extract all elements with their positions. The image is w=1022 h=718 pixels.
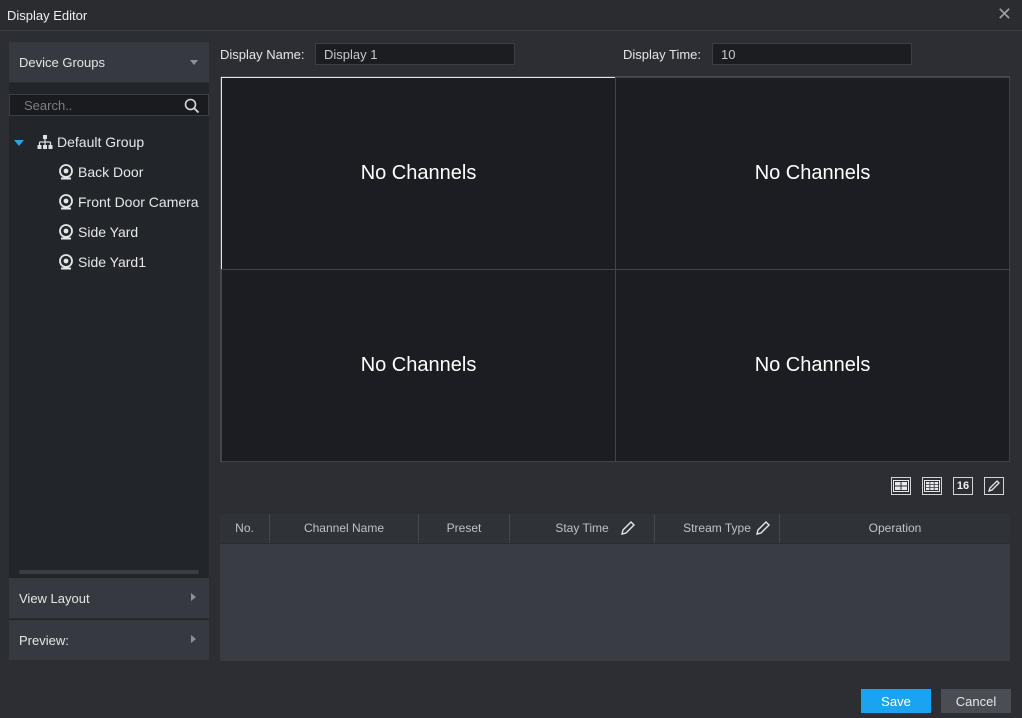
save-button[interactable]: Save [861, 689, 931, 713]
channel-cell-4[interactable]: No Channels [615, 269, 1010, 462]
tree-camera-side-yard1[interactable]: Side Yard1 [58, 251, 146, 273]
camera-icon [59, 254, 73, 270]
stream-type-label: Stream Type [683, 521, 751, 535]
channel-grid: No Channels No Channels No Channels No C… [220, 76, 1010, 462]
view-layout-label: View Layout [19, 591, 90, 606]
channel-cell-1[interactable]: No Channels [221, 77, 616, 270]
tree-camera-label: Side Yard [78, 224, 139, 240]
column-channel-name[interactable]: Channel Name [270, 514, 419, 543]
preview-label: Preview: [19, 633, 69, 648]
device-groups-header[interactable]: Device Groups [9, 42, 209, 83]
cancel-button[interactable]: Cancel [941, 689, 1011, 713]
layout-16-button[interactable]: 16 [953, 477, 973, 495]
column-operation[interactable]: Operation [780, 514, 1010, 543]
tree-camera-back-door[interactable]: Back Door [58, 161, 143, 183]
edit-icon[interactable] [984, 477, 1004, 495]
channel-cell-2[interactable]: No Channels [615, 77, 1010, 270]
device-groups-label: Device Groups [19, 55, 105, 70]
search-input[interactable] [16, 97, 184, 113]
window-title: Display Editor [7, 8, 88, 23]
tree-camera-label: Front Door Camera [78, 194, 199, 210]
column-preset[interactable]: Preset [419, 514, 510, 543]
title-bar: Display Editor ✕ [0, 0, 1022, 31]
close-icon[interactable]: ✕ [997, 4, 1012, 25]
view-layout-header[interactable]: View Layout [9, 578, 209, 619]
tree-camera-front-door[interactable]: Front Door Camera [58, 191, 199, 213]
channel-table: No. Channel Name Preset Stay Time Stream… [220, 514, 1010, 661]
tree-group-label: Default Group [57, 134, 145, 150]
tree-camera-label: Back Door [78, 164, 144, 180]
tree-camera-side-yard[interactable]: Side Yard [58, 221, 138, 243]
display-name-input[interactable]: Display 1 [315, 43, 515, 65]
preview-header[interactable]: Preview: [9, 620, 209, 661]
layout-9-icon[interactable] [922, 477, 942, 495]
chevron-right-icon[interactable] [191, 635, 196, 643]
chevron-down-icon[interactable] [190, 60, 198, 65]
pencil-icon[interactable] [755, 520, 771, 536]
search-box [9, 94, 209, 116]
horizontal-scrollbar[interactable] [19, 570, 199, 574]
display-time-input[interactable]: 10 [712, 43, 912, 65]
pencil-icon[interactable] [620, 520, 636, 536]
expand-arrow-icon[interactable] [14, 140, 24, 146]
chevron-right-icon[interactable] [191, 593, 196, 601]
column-stream-type[interactable]: Stream Type [655, 514, 780, 543]
layout-4-icon[interactable] [891, 477, 911, 495]
display-name-label: Display Name: [220, 47, 305, 62]
display-time-label: Display Time: [623, 47, 702, 62]
search-icon[interactable] [184, 98, 200, 114]
tree-camera-label: Side Yard1 [78, 254, 146, 270]
org-chart-icon [37, 135, 53, 149]
stay-time-label: Stay Time [555, 521, 609, 535]
column-no[interactable]: No. [220, 514, 270, 543]
table-header: No. Channel Name Preset Stay Time Stream… [220, 514, 1010, 544]
camera-icon [59, 164, 73, 180]
camera-icon [59, 194, 73, 210]
tree-group-default[interactable]: Default Group [37, 131, 144, 153]
channel-cell-3[interactable]: No Channels [221, 269, 616, 462]
camera-icon [59, 224, 73, 240]
sidebar: Device Groups Default Group Ba [9, 42, 209, 661]
column-stay-time[interactable]: Stay Time [510, 514, 655, 543]
